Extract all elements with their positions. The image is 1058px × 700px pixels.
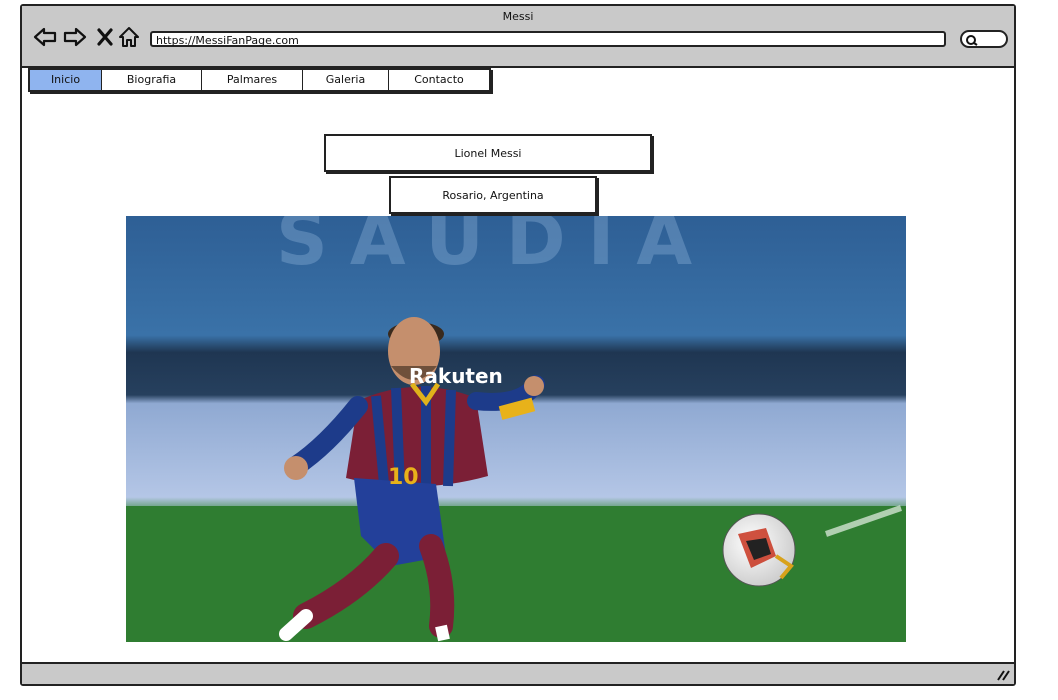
player-name-box: Lionel Messi [324, 134, 652, 172]
browser-window: Messi https://MessiFanPage.com Inicio Bi… [20, 4, 1016, 686]
tab-palmares[interactable]: Palmares [202, 70, 303, 90]
back-arrow-icon[interactable] [32, 24, 58, 50]
svg-text:SAUDIA: SAUDIA [276, 216, 714, 281]
birthplace-box: Rosario, Argentina [389, 176, 597, 214]
tab-inicio[interactable]: Inicio [30, 70, 102, 90]
resize-grip-icon[interactable] [996, 669, 1010, 681]
nav-tabs: Inicio Biografia Palmares Galeria Contac… [28, 68, 491, 92]
jersey-number: 10 [388, 465, 419, 490]
tab-biografia[interactable]: Biografia [102, 70, 202, 90]
title-bar: Messi https://MessiFanPage.com [22, 6, 1014, 68]
status-bar [22, 662, 1014, 684]
window-title: Messi [502, 10, 534, 23]
tab-contacto[interactable]: Contacto [389, 70, 489, 90]
search-icon [966, 35, 978, 46]
tab-galeria[interactable]: Galeria [303, 70, 389, 90]
close-x-icon[interactable] [92, 24, 118, 50]
address-bar[interactable]: https://MessiFanPage.com [150, 31, 946, 47]
home-icon[interactable] [116, 24, 142, 50]
search-field[interactable] [960, 30, 1008, 48]
forward-arrow-icon[interactable] [62, 24, 88, 50]
player-photo: SAUDIA Rakuten 10 [126, 216, 906, 642]
jersey-sponsor: Rakuten [409, 364, 503, 388]
